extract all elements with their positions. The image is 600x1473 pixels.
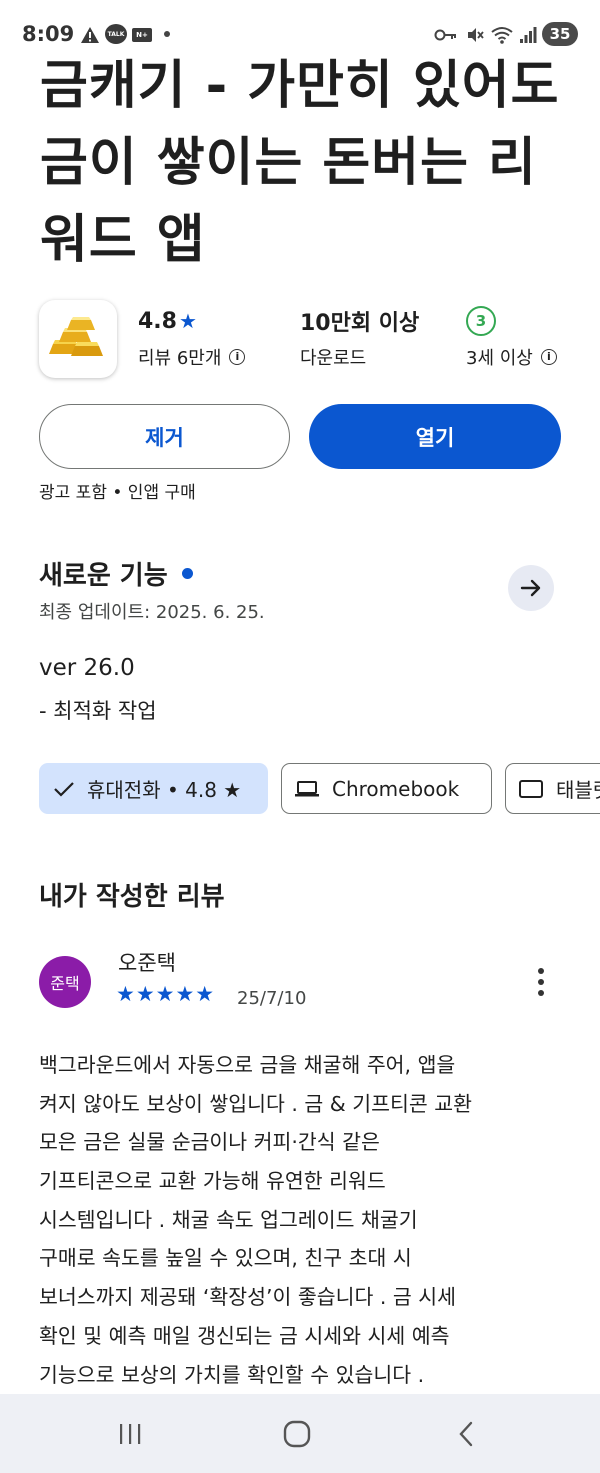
arrow-right-icon: [520, 579, 541, 597]
chip-phone-label: 휴대전화 • 4.8 ★: [87, 778, 242, 802]
review-date: 25/7/10: [237, 988, 307, 1009]
check-icon: [54, 781, 74, 797]
reviews-count: 리뷰 6만개: [138, 348, 222, 369]
release-note: - 최적화 작업: [39, 699, 157, 723]
app-title: 금캐기 - 가만히 있어도 금이 쌓이는 돈버는 리워드 앱: [40, 56, 560, 270]
downloads-block: 10만회 이상 다운로드: [300, 305, 419, 373]
whats-new-arrow-button[interactable]: [508, 565, 554, 611]
reviews-row: 리뷰 6만개 i: [138, 341, 246, 373]
rating-value: 4.8: [138, 308, 177, 334]
whats-new-title[interactable]: 새로운 기능: [39, 555, 193, 592]
age-label: 3세 이상: [466, 348, 533, 369]
tablet-icon: [519, 779, 543, 798]
reviewer-name: 오준택: [118, 951, 176, 975]
review-line: 확인 및 예측 매일 갱신되는 금 시세와 시세 예측: [39, 1323, 450, 1348]
my-review-heading: 내가 작성한 리뷰: [39, 882, 225, 912]
rating-value-row: 4.8 ★: [138, 305, 245, 337]
age-row: 3세 이상 i: [466, 341, 557, 373]
whats-new-heading: 새로운 기능: [39, 561, 168, 591]
notification-dot-icon: [164, 31, 170, 37]
review-stars: ★★★★★: [116, 982, 216, 1006]
status-time: 8:09: [22, 22, 75, 46]
battery-indicator: 35: [542, 22, 578, 46]
open-button[interactable]: 열기: [309, 404, 561, 469]
naver-mail-icon: N+: [132, 28, 152, 42]
age-rating-block[interactable]: 3 3세 이상 i: [466, 305, 557, 373]
recents-icon[interactable]: [110, 1416, 150, 1452]
review-body: 백그라운드에서 자동으로 금을 채굴해 주어, 앱을 켜지 않아도 보상이 쌓입…: [39, 1046, 564, 1394]
chip-phone[interactable]: 휴대전화 • 4.8 ★: [39, 763, 268, 814]
last-updated: 최종 업데이트: 2025. 6. 25.: [39, 602, 265, 623]
review-line: 기능으로 보상의 가치를 확인할 수 있습니다 .: [39, 1362, 425, 1387]
review-line: 보너스까지 제공돼 ‘확장성’이 좋습니다 . 금 시세: [39, 1285, 456, 1310]
laptop-icon: [295, 780, 319, 796]
star-icon: ★: [178, 309, 197, 333]
version-text: ver 26.0: [39, 655, 135, 681]
review-line: 기프티콘으로 교환 가능해 유연한 리워드: [39, 1169, 386, 1194]
wifi-icon: [490, 24, 514, 46]
system-nav-bar: [0, 1394, 600, 1473]
new-indicator-dot: [181, 568, 193, 579]
review-line: 백그라운드에서 자동으로 금을 채굴해 주어, 앱을: [39, 1053, 456, 1077]
vpn-key-icon: [434, 24, 458, 46]
warning-icon: [80, 24, 100, 46]
review-line: 시스템입니다 . 채굴 속도 업그레이드 채굴기: [39, 1207, 418, 1232]
downloads-count: 10만회 이상: [300, 311, 420, 336]
home-icon[interactable]: [277, 1416, 317, 1452]
chip-tablet[interactable]: 태블릿: [505, 763, 600, 814]
review-line: 구매로 속도를 높일 수 있으며, 친구 초대 시: [39, 1246, 412, 1271]
mute-icon: [464, 24, 486, 46]
app-icon: [39, 300, 117, 378]
ads-note: 광고 포함 • 인앱 구매: [39, 483, 196, 503]
info-icon: i: [540, 349, 557, 365]
info-icon: i: [229, 349, 246, 365]
downloads-label: 다운로드: [300, 348, 367, 369]
kakaotalk-icon: TALK: [105, 24, 127, 44]
review-line: 켜지 않아도 보상이 쌓입니다 . 금 & 기프티콘 교환: [39, 1091, 472, 1116]
chip-chromebook-label: Chromebook: [332, 776, 460, 801]
back-icon[interactable]: [446, 1416, 486, 1452]
uninstall-button[interactable]: 제거: [39, 404, 290, 469]
review-line: 모은 금은 실물 순금이나 커피·간식 같은: [39, 1130, 380, 1155]
age-rating-badge: 3: [466, 306, 496, 336]
avatar: 준택: [39, 956, 91, 1008]
chip-chromebook[interactable]: Chromebook: [281, 763, 492, 814]
age-badge-row: 3: [466, 305, 557, 337]
chip-tablet-label: 태블릿: [556, 778, 600, 802]
more-options-icon[interactable]: [530, 965, 552, 999]
rating-block[interactable]: 4.8 ★ 리뷰 6만개 i: [138, 305, 246, 373]
signal-icon: [518, 24, 538, 46]
